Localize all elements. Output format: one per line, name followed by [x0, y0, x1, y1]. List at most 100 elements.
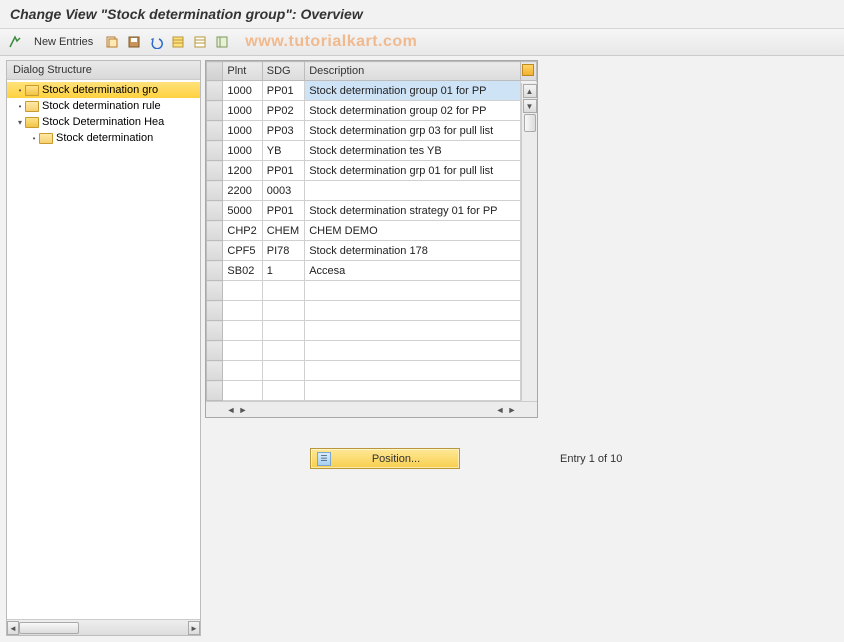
cell-sdg[interactable]: PP01 — [262, 201, 304, 221]
cell-plnt[interactable] — [223, 281, 262, 301]
cell-desc[interactable] — [305, 341, 520, 361]
cell-plnt[interactable] — [223, 321, 262, 341]
select-all-icon[interactable] — [169, 33, 187, 51]
cell-sdg[interactable]: PI78 — [262, 241, 304, 261]
table-hscrollbar[interactable]: ◄ ► ◄ ► — [206, 401, 537, 417]
row-selector[interactable] — [207, 81, 223, 101]
table-vscrollbar[interactable]: ▲ ▼ — [521, 83, 537, 401]
row-selector[interactable] — [207, 161, 223, 181]
tree-hscrollbar[interactable]: ◄ ► — [7, 619, 200, 635]
cell-sdg[interactable]: CHEM — [262, 221, 304, 241]
cell-desc[interactable] — [305, 301, 520, 321]
row-selector[interactable] — [207, 281, 223, 301]
cell-plnt[interactable]: CHP2 — [223, 221, 262, 241]
toggle-icon[interactable] — [6, 33, 24, 51]
cell-desc[interactable]: Accesa — [305, 261, 520, 281]
cell-desc[interactable]: Stock determination group 01 for PP — [305, 81, 520, 101]
cell-sdg[interactable]: 0003 — [262, 181, 304, 201]
cell-plnt[interactable]: 1000 — [223, 81, 262, 101]
row-selector[interactable] — [207, 341, 223, 361]
cell-plnt[interactable]: 1000 — [223, 121, 262, 141]
col-header-sdg[interactable]: SDG — [262, 62, 304, 81]
copy-icon[interactable] — [103, 33, 121, 51]
cell-sdg[interactable] — [262, 301, 304, 321]
cell-sdg[interactable]: PP02 — [262, 101, 304, 121]
cell-desc[interactable]: Stock determination strategy 01 for PP — [305, 201, 520, 221]
cell-plnt[interactable]: CPF5 — [223, 241, 262, 261]
cell-sdg[interactable] — [262, 381, 304, 401]
cell-desc[interactable] — [305, 321, 520, 341]
vscroll-thumb[interactable] — [524, 114, 536, 132]
cell-desc[interactable]: Stock determination group 02 for PP — [305, 101, 520, 121]
cell-sdg[interactable]: PP03 — [262, 121, 304, 141]
cell-plnt[interactable]: 5000 — [223, 201, 262, 221]
row-selector[interactable] — [207, 241, 223, 261]
cell-desc[interactable]: Stock determination 178 — [305, 241, 520, 261]
cell-desc[interactable] — [305, 361, 520, 381]
cell-plnt[interactable] — [223, 341, 262, 361]
save-icon[interactable] — [125, 33, 143, 51]
cell-sdg[interactable] — [262, 361, 304, 381]
cell-plnt[interactable]: 1000 — [223, 101, 262, 121]
hscroll-left-icon[interactable]: ◄ — [226, 404, 236, 416]
row-selector[interactable] — [207, 221, 223, 241]
row-selector[interactable] — [207, 361, 223, 381]
scroll-left-icon[interactable]: ◄ — [7, 621, 19, 635]
cell-desc[interactable]: Stock determination grp 01 for pull list — [305, 161, 520, 181]
row-selector[interactable] — [207, 181, 223, 201]
row-selector[interactable] — [207, 141, 223, 161]
hscroll-right-icon[interactable]: ► — [238, 404, 248, 416]
cell-desc[interactable] — [305, 381, 520, 401]
bullet-icon[interactable]: • — [29, 134, 39, 143]
expand-icon[interactable]: • — [15, 86, 25, 95]
tree-item[interactable]: •Stock determination rule — [7, 98, 200, 114]
scroll-down-icon[interactable]: ▼ — [523, 99, 537, 113]
row-selector[interactable] — [207, 381, 223, 401]
cell-sdg[interactable]: 1 — [262, 261, 304, 281]
tree-item[interactable]: •Stock determination — [7, 130, 200, 146]
cell-sdg[interactable]: PP01 — [262, 81, 304, 101]
cell-desc[interactable] — [305, 281, 520, 301]
cell-plnt[interactable]: 1200 — [223, 161, 262, 181]
row-selector[interactable] — [207, 261, 223, 281]
row-selector[interactable] — [207, 121, 223, 141]
col-header-desc[interactable]: Description — [305, 62, 520, 81]
hscroll-left2-icon[interactable]: ◄ — [495, 404, 505, 416]
cell-sdg[interactable]: YB — [262, 141, 304, 161]
scroll-right-icon[interactable]: ► — [188, 621, 200, 635]
delimit-icon[interactable] — [213, 33, 231, 51]
configure-column-button[interactable] — [520, 62, 536, 81]
expand-icon[interactable]: ▾ — [15, 118, 25, 127]
cell-desc[interactable]: Stock determination grp 03 for pull list — [305, 121, 520, 141]
cell-plnt[interactable]: 2200 — [223, 181, 262, 201]
new-entries-button[interactable]: New Entries — [28, 36, 99, 48]
row-selector[interactable] — [207, 201, 223, 221]
cell-desc[interactable]: Stock determination tes YB — [305, 141, 520, 161]
position-button[interactable]: ☰ Position... — [310, 448, 460, 469]
cell-sdg[interactable]: PP01 — [262, 161, 304, 181]
cell-sdg[interactable] — [262, 341, 304, 361]
row-selector-header[interactable] — [207, 62, 223, 81]
bullet-icon[interactable]: • — [15, 102, 25, 111]
tree-item[interactable]: •Stock determination gro — [7, 82, 200, 98]
tree-item[interactable]: ▾Stock Determination Hea — [7, 114, 200, 130]
row-selector[interactable] — [207, 301, 223, 321]
cell-sdg[interactable] — [262, 281, 304, 301]
cell-desc[interactable] — [305, 181, 520, 201]
row-selector[interactable] — [207, 101, 223, 121]
scroll-up-icon[interactable]: ▲ — [523, 84, 537, 98]
scroll-thumb[interactable] — [19, 622, 79, 634]
cell-desc[interactable]: CHEM DEMO — [305, 221, 520, 241]
row-selector[interactable] — [207, 321, 223, 341]
cell-plnt[interactable] — [223, 361, 262, 381]
dialog-structure-header: Dialog Structure — [7, 61, 200, 80]
cell-plnt[interactable]: 1000 — [223, 141, 262, 161]
col-header-plnt[interactable]: Plnt — [223, 62, 262, 81]
deselect-icon[interactable] — [191, 33, 209, 51]
cell-sdg[interactable] — [262, 321, 304, 341]
cell-plnt[interactable] — [223, 381, 262, 401]
undo-icon[interactable] — [147, 33, 165, 51]
hscroll-right2-icon[interactable]: ► — [507, 404, 517, 416]
cell-plnt[interactable] — [223, 301, 262, 321]
cell-plnt[interactable]: SB02 — [223, 261, 262, 281]
